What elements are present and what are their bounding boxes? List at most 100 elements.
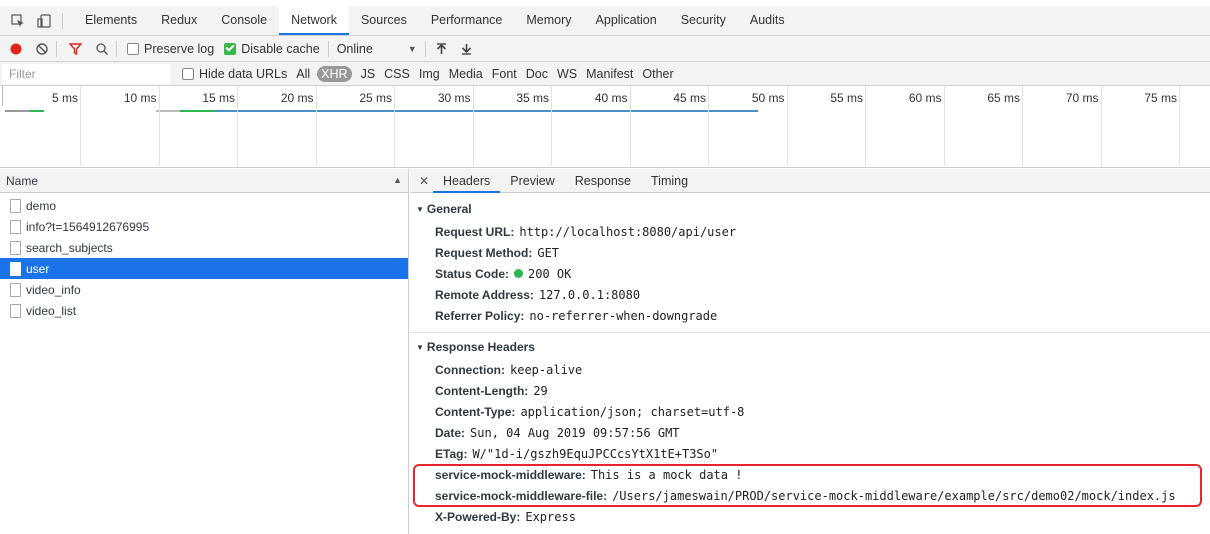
filter-type-doc[interactable]: Doc <box>526 67 548 81</box>
tab-sources[interactable]: Sources <box>349 6 419 35</box>
filter-type-js[interactable]: JS <box>361 67 376 81</box>
tab-memory[interactable]: Memory <box>514 6 583 35</box>
filter-type-other[interactable]: Other <box>642 67 673 81</box>
clear-button[interactable] <box>36 42 48 55</box>
timeline-overview[interactable]: 5 ms 10 ms 15 ms 20 ms 25 ms 30 ms 35 ms 40 ms 4… <box>0 86 1210 168</box>
preserve-log-checkbox[interactable]: Preserve log <box>127 42 214 56</box>
tab-network[interactable]: Network <box>279 6 349 35</box>
timeline-gridline <box>551 86 552 166</box>
tab-application[interactable]: Application <box>584 6 669 35</box>
timeline-gridline <box>158 86 160 166</box>
header-row: Date: Sun, 04 Aug 2019 09:57:56 GMT <box>410 422 1210 443</box>
header-value: 127.0.0.1:8080 <box>538 287 641 302</box>
header-key: Request Method: <box>435 245 533 260</box>
timeline-tick-label: 45 ms <box>673 91 706 105</box>
header-row: Request URL: http://localhost:8080/api/us… <box>410 221 1210 242</box>
close-icon[interactable]: ✕ <box>419 174 433 188</box>
tab-audits[interactable]: Audits <box>738 6 797 35</box>
tab-redux[interactable]: Redux <box>149 6 209 35</box>
request-row[interactable]: info?t=1564912676995 <box>0 216 408 237</box>
throttle-select[interactable]: Online ▼ <box>337 42 417 56</box>
status-ok-icon <box>514 269 524 278</box>
export-har-icon[interactable] <box>461 43 472 55</box>
search-icon[interactable] <box>96 42 108 55</box>
disable-cache-label: Disable cache <box>241 41 320 56</box>
request-name: video_list <box>26 303 77 318</box>
request-name: user <box>26 261 50 276</box>
detail-tab-timing[interactable]: Timing <box>641 169 698 193</box>
request-row[interactable]: video_info <box>0 279 408 300</box>
tab-security[interactable]: Security <box>669 6 738 35</box>
filter-type-css[interactable]: CSS <box>384 67 410 81</box>
detail-tab-response[interactable]: Response <box>565 169 641 193</box>
timeline-gridline <box>80 86 81 166</box>
timeline-gridline <box>394 86 395 166</box>
timeline-tick-label: 10 ms <box>123 91 157 105</box>
checkbox-box[interactable] <box>182 67 194 80</box>
tab-console[interactable]: Console <box>209 6 279 35</box>
file-icon <box>10 303 21 318</box>
toolbar-separator <box>56 40 57 57</box>
tab-performance[interactable]: Performance <box>419 6 515 35</box>
request-row[interactable]: search_subjects <box>0 237 408 258</box>
filter-icon[interactable] <box>69 42 82 55</box>
request-row[interactable]: user <box>0 258 408 279</box>
timeline-tick-label: 35 ms <box>516 91 549 105</box>
detail-tab-preview[interactable]: Preview <box>500 169 564 193</box>
tab-elements[interactable]: Elements <box>73 6 149 35</box>
disable-cache-checkbox[interactable]: Disable cache <box>224 42 320 56</box>
header-value: http://localhost:8080/api/user <box>519 224 737 239</box>
filter-placeholder: Filter <box>9 66 36 81</box>
header-key: Request URL: <box>435 224 515 239</box>
general-section-header[interactable]: ▼ General <box>410 197 1210 221</box>
filter-type-media[interactable]: Media <box>449 67 483 81</box>
triangle-down-icon: ▼ <box>416 342 424 352</box>
header-value: GET <box>537 245 560 260</box>
name-column-header[interactable]: Name ▲ <box>0 169 408 193</box>
filter-type-xhr[interactable]: XHR <box>317 65 352 82</box>
filter-type-ws[interactable]: WS <box>557 67 577 81</box>
timeline-gridline <box>865 86 866 166</box>
request-detail-panel: ✕ Headers Preview Response Timing ▼ General… <box>410 169 1210 534</box>
filter-bar: Filter Hide data URLs All XHR JS CSS Img Medi… <box>0 62 1210 86</box>
device-toolbar-icon[interactable] <box>36 13 52 29</box>
timeline-gridline <box>1022 86 1023 166</box>
request-name: search_subjects <box>26 240 113 255</box>
timeline-tick-label: 75 ms <box>1144 91 1177 105</box>
header-row: ETag: W/"1d-i/gszh9EquJPCCcsYtX1tE+T3So" <box>410 443 1210 464</box>
detail-tab-headers[interactable]: Headers <box>433 169 501 193</box>
file-icon <box>10 261 21 276</box>
filter-type-img[interactable]: Img <box>419 67 440 81</box>
record-button[interactable] <box>10 43 22 55</box>
request-name: info?t=1564912676995 <box>26 219 150 234</box>
network-toolbar: Preserve log Disable cache Online ▼ <box>0 36 1210 62</box>
hide-data-urls-label: Hide data URLs <box>199 66 288 81</box>
checkbox-box[interactable] <box>224 42 237 55</box>
checkbox-box[interactable] <box>127 42 139 55</box>
header-row: Request Method: GET <box>410 242 1210 263</box>
timeline-tick-label: 25 ms <box>359 91 392 105</box>
header-value: no-referrer-when-downgrade <box>529 308 718 323</box>
triangle-down-icon: ▼ <box>416 204 424 214</box>
header-key: Content-Length: <box>435 383 529 398</box>
filter-input[interactable]: Filter <box>2 63 170 84</box>
response-headers-section-header[interactable]: ▼ Response Headers <box>410 335 1210 359</box>
throttle-value: Online <box>336 41 373 56</box>
hide-data-urls-checkbox[interactable]: Hide data URLs <box>182 67 287 81</box>
filter-type-manifest[interactable]: Manifest <box>586 67 633 81</box>
filter-type-all[interactable]: All <box>296 67 310 81</box>
filter-type-font[interactable]: Font <box>492 67 517 81</box>
timeline-tick-label: 5 ms <box>51 91 78 105</box>
sort-ascending-icon: ▲ <box>393 175 402 185</box>
request-name: demo <box>26 198 57 213</box>
inspect-element-icon[interactable] <box>10 13 26 29</box>
timeline-gridline <box>629 86 631 166</box>
general-section-title: General <box>426 202 472 216</box>
timeline-tick-label: 15 ms <box>202 91 235 105</box>
request-row[interactable]: video_list <box>0 300 408 321</box>
timeline-tick-label: 40 ms <box>594 91 628 105</box>
header-value: Express <box>525 509 576 524</box>
import-har-icon[interactable] <box>436 42 447 55</box>
header-key: ETag: <box>435 446 468 461</box>
request-row[interactable]: demo <box>0 195 408 216</box>
